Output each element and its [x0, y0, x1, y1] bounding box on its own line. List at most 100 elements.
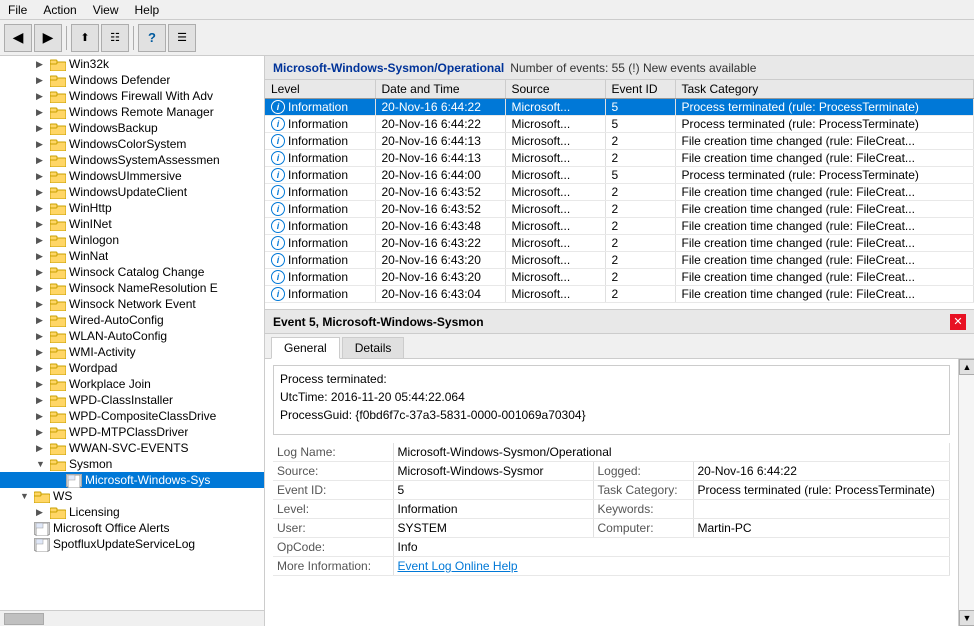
table-row[interactable]: i Information 20-Nov-16 6:44:13 Microsof… [265, 150, 974, 167]
tree-expand-icon[interactable]: ▶ [36, 443, 50, 454]
tree-expand-icon[interactable]: ▶ [36, 171, 50, 182]
scroll-down-arrow[interactable]: ▼ [959, 610, 974, 626]
cell-source: Microsoft... [505, 167, 605, 184]
tree-item[interactable]: ▶Workplace Join [0, 376, 264, 392]
tree-item[interactable]: ▶Winsock NameResolution E [0, 280, 264, 296]
event-log-online-help-link[interactable]: Event Log Online Help [398, 559, 518, 573]
tree-item[interactable]: ▶WindowsUImmersive [0, 168, 264, 184]
tree-item[interactable]: ▶WinNat [0, 248, 264, 264]
help-button[interactable]: ? [138, 24, 166, 52]
tree-item[interactable]: ▶WLAN-AutoConfig [0, 328, 264, 344]
tree-item[interactable]: ▶WWAN-SVC-EVENTS [0, 440, 264, 456]
tree-item[interactable]: ▶WindowsColorSystem [0, 136, 264, 152]
detail-scrollbar[interactable]: ▲ ▼ [958, 359, 974, 626]
tree-item[interactable]: SpotfluxUpdateServiceLog [0, 536, 264, 552]
tree-item[interactable]: ▶Winsock Network Event [0, 296, 264, 312]
tree-expand-icon[interactable]: ▶ [36, 331, 50, 342]
table-row[interactable]: i Information 20-Nov-16 6:44:22 Microsof… [265, 99, 974, 116]
col-datetime[interactable]: Date and Time [375, 80, 505, 99]
tree-item[interactable]: ▼WS [0, 488, 264, 504]
tree-expand-icon[interactable]: ▶ [36, 283, 50, 294]
tree-expand-icon[interactable]: ▶ [36, 235, 50, 246]
tree-expand-icon[interactable]: ▶ [36, 395, 50, 406]
left-scrollbar[interactable] [0, 610, 264, 626]
view-button[interactable]: ☷ [101, 24, 129, 52]
tree-item[interactable]: ▶Wired-AutoConfig [0, 312, 264, 328]
table-row[interactable]: i Information 20-Nov-16 6:43:20 Microsof… [265, 269, 974, 286]
tab-general[interactable]: General [271, 337, 340, 359]
table-row[interactable]: i Information 20-Nov-16 6:43:52 Microsof… [265, 201, 974, 218]
tree-item[interactable]: Microsoft-Windows-Sys [0, 472, 264, 488]
table-row[interactable]: i Information 20-Nov-16 6:43:22 Microsof… [265, 235, 974, 252]
tree-item[interactable]: ▶WPD-CompositeClassDrive [0, 408, 264, 424]
tree-item[interactable]: ▶Win32k [0, 56, 264, 72]
close-button[interactable]: ✕ [950, 314, 966, 330]
menu-file[interactable]: File [0, 2, 35, 18]
tree-expand-icon[interactable]: ▶ [36, 107, 50, 118]
tree-item[interactable]: ▶Windows Remote Manager [0, 104, 264, 120]
tree-item[interactable]: ▶Winsock Catalog Change [0, 264, 264, 280]
col-task[interactable]: Task Category [675, 80, 974, 99]
tree-expand-icon[interactable]: ▶ [36, 59, 50, 70]
tree-expand-icon[interactable]: ▶ [36, 123, 50, 134]
up-button[interactable]: ⬆ [71, 24, 99, 52]
tree-expand-icon[interactable]: ▶ [36, 75, 50, 86]
col-source[interactable]: Source [505, 80, 605, 99]
tree-item[interactable]: Microsoft Office Alerts [0, 520, 264, 536]
table-row[interactable]: i Information 20-Nov-16 6:44:00 Microsof… [265, 167, 974, 184]
table-row[interactable]: i Information 20-Nov-16 6:44:13 Microsof… [265, 133, 974, 150]
tree-expand-icon[interactable]: ▶ [36, 379, 50, 390]
tree-expand-icon[interactable]: ▼ [20, 491, 34, 501]
table-row[interactable]: i Information 20-Nov-16 6:43:20 Microsof… [265, 252, 974, 269]
col-eventid[interactable]: Event ID [605, 80, 675, 99]
tree-expand-icon[interactable]: ▶ [36, 267, 50, 278]
table-row[interactable]: i Information 20-Nov-16 6:43:52 Microsof… [265, 184, 974, 201]
event-table-container[interactable]: Level Date and Time Source Event ID Task… [265, 80, 974, 310]
tree-item-label: Sysmon [69, 457, 112, 471]
tree-expand-icon[interactable]: ▶ [36, 251, 50, 262]
table-row[interactable]: i Information 20-Nov-16 6:43:04 Microsof… [265, 286, 974, 303]
tab-details[interactable]: Details [342, 337, 405, 358]
tree-expand-icon[interactable]: ▶ [36, 155, 50, 166]
tree-expand-icon[interactable]: ▶ [36, 411, 50, 422]
tree-expand-icon[interactable]: ▶ [36, 203, 50, 214]
event-table-body: i Information 20-Nov-16 6:44:22 Microsof… [265, 99, 974, 303]
menu-view[interactable]: View [85, 2, 127, 18]
tree-expand-icon[interactable]: ▶ [36, 427, 50, 438]
tree-item[interactable]: ▶WindowsBackup [0, 120, 264, 136]
tree-item[interactable]: ▶Wordpad [0, 360, 264, 376]
tree-item[interactable]: ▶WinINet [0, 216, 264, 232]
back-button[interactable]: ◀ [4, 24, 32, 52]
table-row[interactable]: i Information 20-Nov-16 6:43:48 Microsof… [265, 218, 974, 235]
scroll-up-arrow[interactable]: ▲ [959, 359, 974, 375]
tree-item[interactable]: ▶WPD-ClassInstaller [0, 392, 264, 408]
tree-item[interactable]: ▶WPD-MTPClassDriver [0, 424, 264, 440]
tree-item[interactable]: ▼ Sysmon [0, 456, 264, 472]
tree-icon [50, 442, 66, 455]
tree-item[interactable]: ▶WindowsSystemAssessmen [0, 152, 264, 168]
tree-item[interactable]: ▶Licensing [0, 504, 264, 520]
tree-item[interactable]: ▶Windows Defender [0, 72, 264, 88]
forward-button[interactable]: ▶ [34, 24, 62, 52]
tree-expand-icon[interactable]: ▶ [36, 507, 50, 518]
tree-expand-icon[interactable]: ▶ [36, 347, 50, 358]
tree-expand-icon[interactable]: ▶ [36, 139, 50, 150]
tree-expand-icon[interactable]: ▶ [36, 315, 50, 326]
tree-expand-icon[interactable]: ▶ [36, 299, 50, 310]
tree-item[interactable]: ▶Winlogon [0, 232, 264, 248]
tree-expand-icon[interactable]: ▶ [36, 219, 50, 230]
tree-item[interactable]: ▶WindowsUpdateClient [0, 184, 264, 200]
col-level[interactable]: Level [265, 80, 375, 99]
table-row[interactable]: i Information 20-Nov-16 6:44:22 Microsof… [265, 116, 974, 133]
tree-expand-icon[interactable]: ▶ [36, 187, 50, 198]
menu-action[interactable]: Action [35, 2, 84, 18]
tree-item[interactable]: ▶WMI-Activity [0, 344, 264, 360]
menu-help[interactable]: Help [127, 2, 168, 18]
tree-expand-icon[interactable]: ▼ [36, 459, 50, 469]
tree-expand-icon[interactable]: ▶ [36, 363, 50, 374]
tree-item[interactable]: ▶Windows Firewall With Adv [0, 88, 264, 104]
cell-datetime: 20-Nov-16 6:43:20 [375, 252, 505, 269]
options-button[interactable]: ☰ [168, 24, 196, 52]
tree-item[interactable]: ▶WinHttp [0, 200, 264, 216]
tree-expand-icon[interactable]: ▶ [36, 91, 50, 102]
